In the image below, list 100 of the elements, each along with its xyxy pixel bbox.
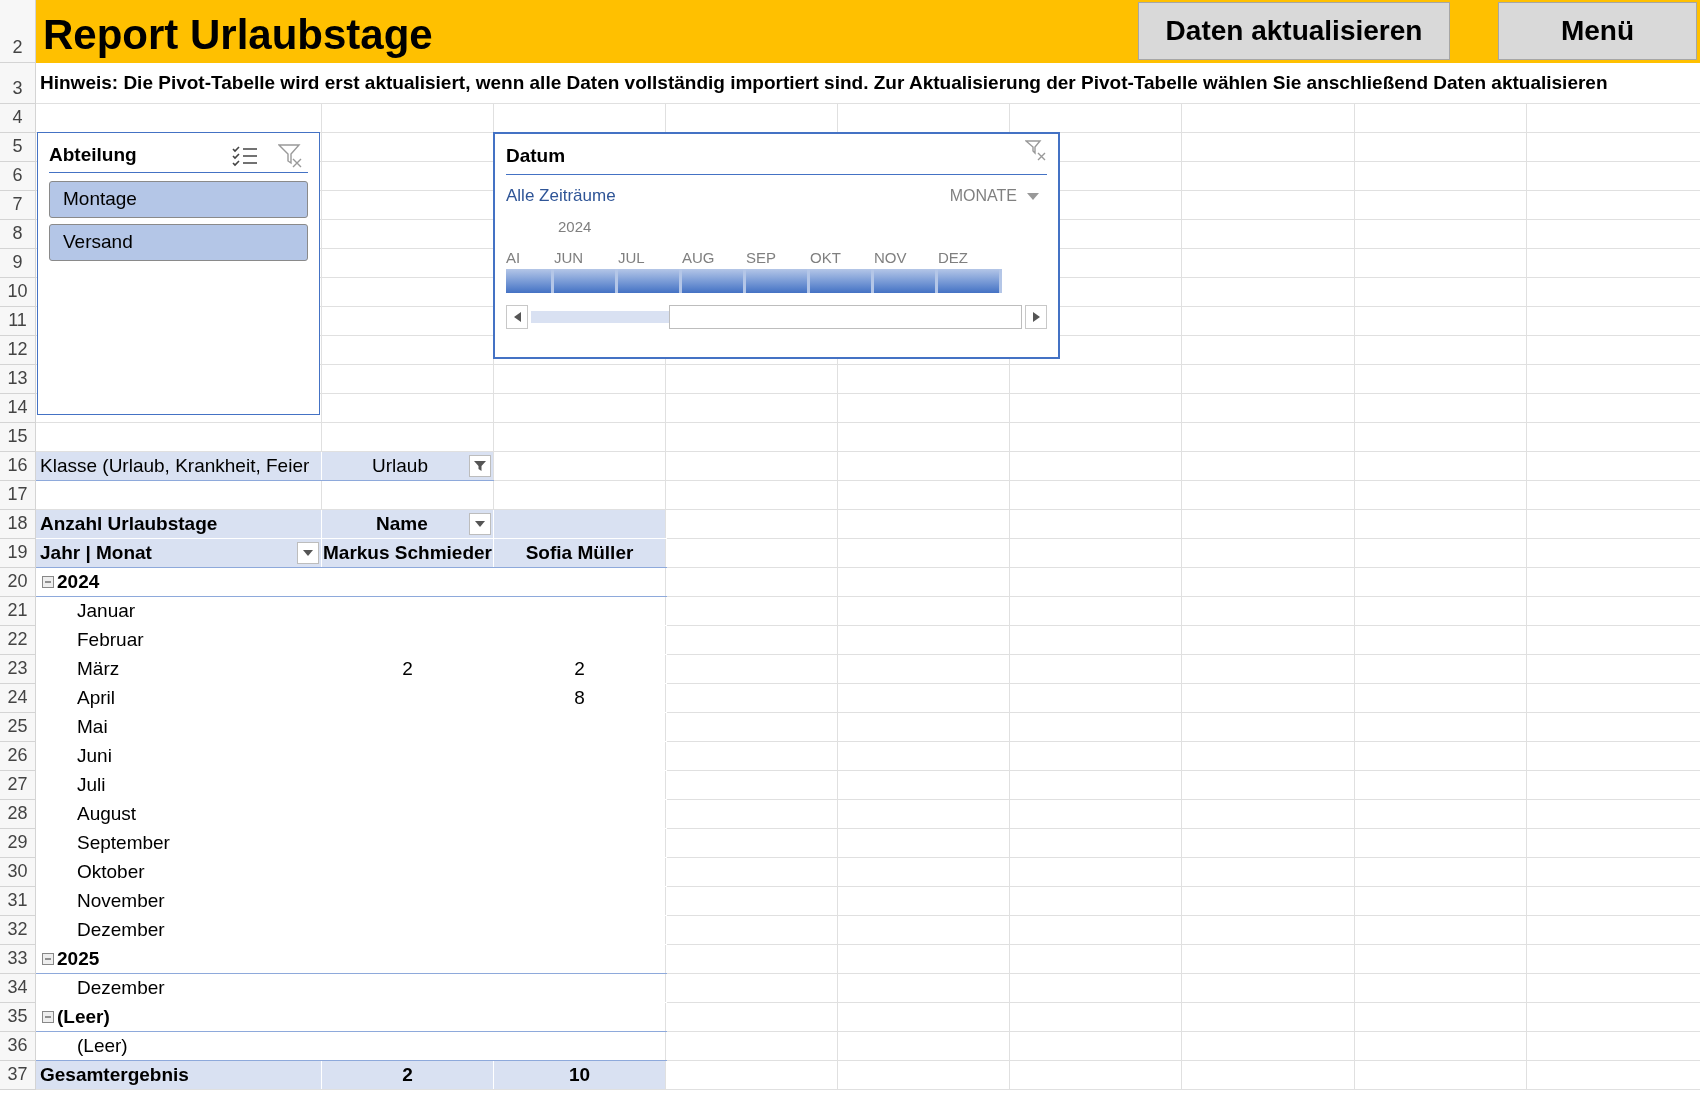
total-label: Gesamtergebnis [36,1061,321,1089]
clear-filter-icon[interactable] [278,143,304,168]
level-dropdown[interactable]: MONATE [949,184,1039,208]
row-number: 8 [0,220,36,248]
filter-field-label: Klasse (Urlaub, Krankheit, Feier [36,452,321,480]
collapse-icon[interactable] [42,576,54,588]
menu-button[interactable]: Menü [1498,2,1697,60]
row-number: 17 [0,481,36,509]
scroll-right-button[interactable] [1025,305,1047,329]
row-number: 37 [0,1061,36,1089]
filter-dropdown-button[interactable] [469,455,491,477]
row-number: 12 [0,336,36,364]
month-bar[interactable] [810,269,874,293]
row-number: 33 [0,945,36,973]
scrollbar-thumb[interactable] [669,305,1022,329]
row-number: 22 [0,626,36,654]
month-bar[interactable] [938,269,1002,293]
slicer-title: Abteilung [49,143,137,168]
month-label: AI [506,248,522,267]
row-number: 11 [0,307,36,335]
triangle-left-icon [513,312,521,322]
month-bar[interactable] [554,269,618,293]
caret-icon [475,521,485,527]
year-label: 2024 [558,217,592,236]
row-number: 14 [0,394,36,422]
row-number: 15 [0,423,36,451]
clear-filter-icon[interactable] [1025,140,1047,162]
refresh-button[interactable]: Daten aktualisieren [1138,2,1450,60]
row-label: September [76,830,170,855]
group-label: 2025 [57,946,100,971]
value-cell-text: 8 [574,685,585,710]
row-label: Oktober [76,859,145,884]
month-bar[interactable] [618,269,682,293]
timeline-title: Datum [506,143,566,168]
filter-icon [473,460,487,472]
multi-select-icon[interactable] [232,144,258,167]
row-number: 30 [0,858,36,886]
report-title: Report Urlaubstage [42,9,433,60]
row-number: 19 [0,539,36,567]
month-label: NOV [874,248,908,267]
collapse-icon[interactable] [42,953,54,965]
row-number: 34 [0,974,36,1002]
row-number: 24 [0,684,36,712]
month-bar[interactable] [746,269,810,293]
row-dropdown-button[interactable] [297,542,319,564]
row-number: 23 [0,655,36,683]
month-label: JUN [554,248,585,267]
row-label: August [76,801,137,826]
row-number: 4 [0,104,36,132]
triangle-right-icon [1032,312,1040,322]
total-value: 10 [494,1061,665,1089]
slicer-item[interactable]: Montage [49,181,308,218]
column-field-label: Name [376,511,428,536]
row-number: 20 [0,568,36,596]
group-label: (Leer) [57,1004,110,1029]
row-label: Dezember [76,917,165,942]
row-field-label: Jahr | Monat [39,540,152,565]
row-number: 9 [0,249,36,277]
row-number: 31 [0,887,36,915]
value-field-label: Anzahl Urlaubstage [36,510,321,538]
row-number: 25 [0,713,36,741]
row-number: 35 [0,1003,36,1031]
row-number: 36 [0,1032,36,1060]
row-number: 5 [0,133,36,161]
slicer-item[interactable]: Versand [49,224,308,261]
row-number: 18 [0,510,36,538]
row-number: 3 [0,63,36,103]
month-label: AUG [682,248,716,267]
value-cell-text: 2 [402,656,413,681]
row-label: Mai [76,714,108,739]
row-label: (Leer) [76,1033,128,1058]
hint-text: Hinweis: Die Pivot-Tabelle wird erst aktualisiert, wenn alle Daten vollständig importiert sind. Zur Aktualisierung der Pivot-Tabelle wählen Sie anschließend Daten aktualisieren [39,70,1608,95]
row-label: März [76,656,120,681]
row-label: Januar [76,598,136,623]
row-number: 7 [0,191,36,219]
row-number: 10 [0,278,36,306]
row-label: Juni [76,743,112,768]
row-number: 26 [0,742,36,770]
month-bar[interactable] [682,269,746,293]
month-label: JUL [618,248,646,267]
value-cell-text: 2 [574,656,585,681]
column-dropdown-button[interactable] [469,513,491,535]
row-number: 28 [0,800,36,828]
row-label: Februar [76,627,144,652]
month-label: DEZ [938,248,969,267]
row-number: 32 [0,916,36,944]
scroll-left-button[interactable] [506,305,528,329]
row-number: 27 [0,771,36,799]
month-bar[interactable] [506,269,554,293]
column-header: Sofia Müller [494,539,665,567]
period-label: Alle Zeiträume [506,185,616,208]
total-value: 2 [322,1061,493,1089]
filter-value: Urlaub [372,453,428,478]
row-number: 13 [0,365,36,393]
row-number: 21 [0,597,36,625]
month-bar[interactable] [874,269,938,293]
collapse-icon[interactable] [42,1011,54,1023]
column-header: Markus Schmieder [322,539,493,567]
row-label: Dezember [76,975,165,1000]
month-label: OKT [810,248,842,267]
